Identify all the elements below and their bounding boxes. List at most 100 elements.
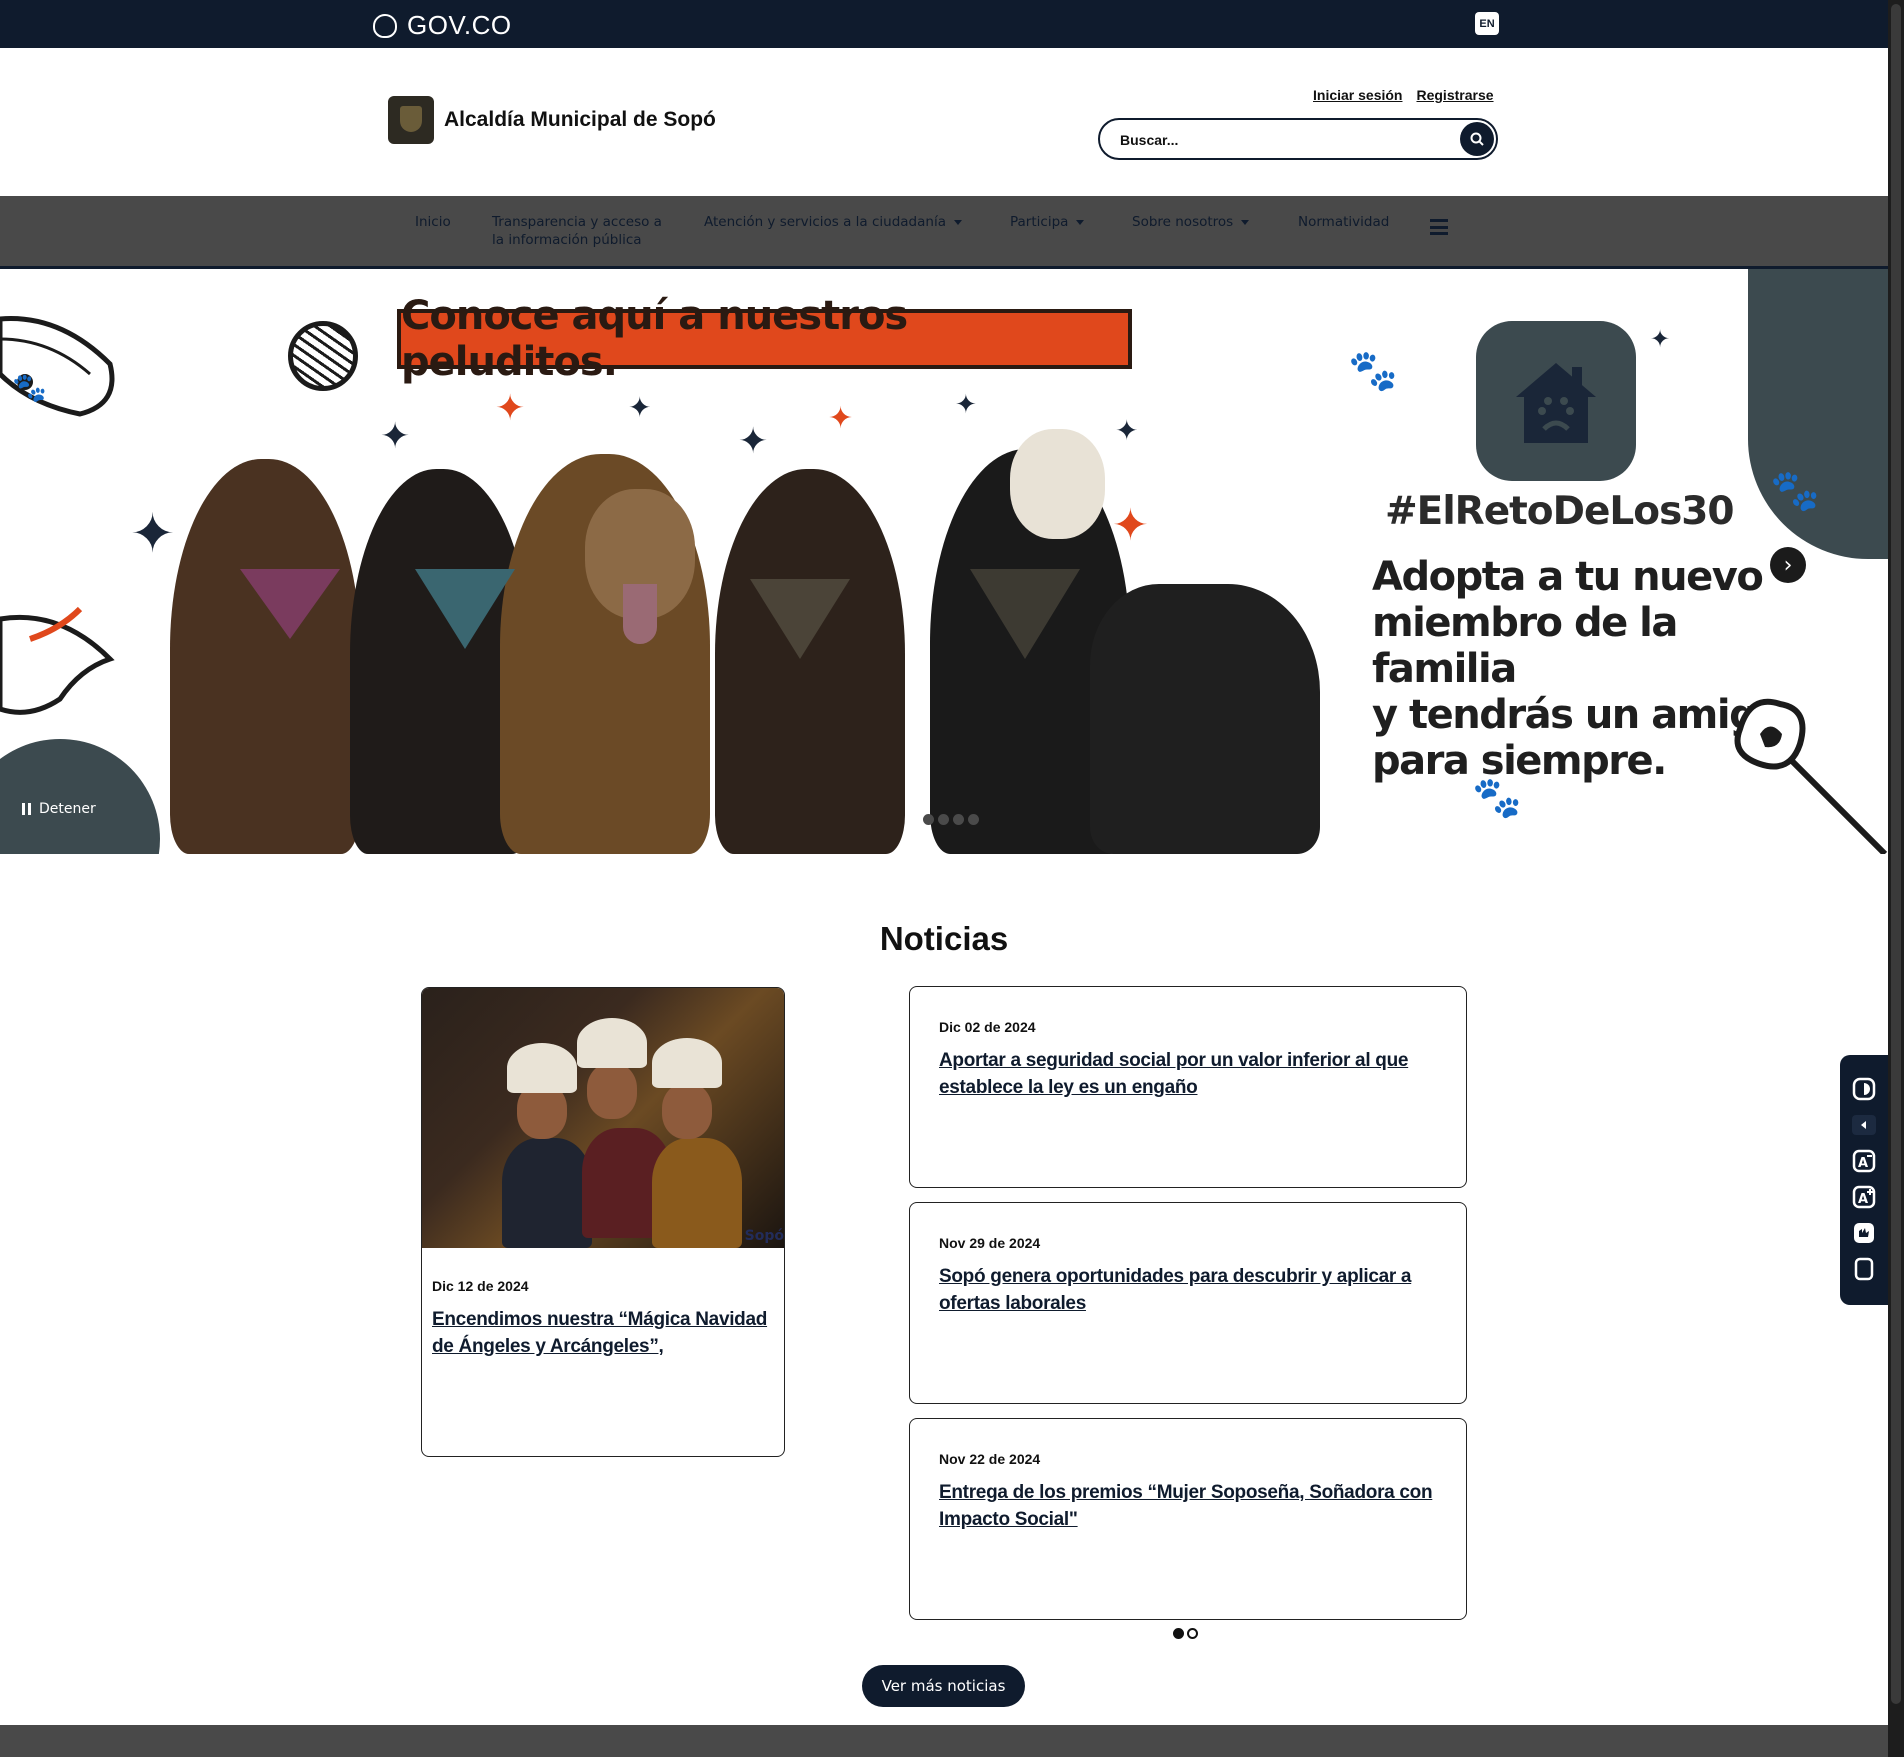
pause-label: Detener [39, 801, 96, 817]
news-date: Dic 02 de 2024 [939, 1019, 1036, 1035]
paw-wand-illustration [1734, 698, 1888, 854]
login-link[interactable]: Iniciar sesión [1313, 87, 1402, 103]
news-page-dot[interactable] [1187, 1628, 1198, 1639]
hamburger-menu-icon[interactable] [1430, 219, 1448, 235]
decorative-blob [0, 739, 160, 854]
news-page-dot[interactable] [1173, 1628, 1184, 1639]
site-header: Alcaldía Municipal de Sopó Iniciar sesió… [0, 48, 1888, 196]
hero-adopt-line: Adopta a tu nuevo [1372, 554, 1764, 600]
featured-news-image: Sopó [422, 988, 784, 1248]
pet-house-icon [1516, 363, 1596, 443]
search-input[interactable] [1118, 129, 1442, 151]
featured-news-card[interactable]: Sopó Dic 12 de 2024 Encendimos nuestra “… [421, 987, 785, 1457]
register-link[interactable]: Registrarse [1416, 87, 1493, 103]
carousel-next-button[interactable]: › [1770, 547, 1806, 583]
hero-title-banner: Conoce aquí a nuestros peluditos. [397, 293, 1132, 385]
news-date: Dic 12 de 2024 [432, 1278, 529, 1294]
nav-item-label: Transparencia y acceso a [492, 214, 662, 230]
nav-item-participa[interactable]: Participa [1010, 213, 1085, 231]
carousel-dot[interactable] [938, 814, 949, 825]
news-pagination [1173, 1628, 1198, 1639]
child-figure [652, 1138, 742, 1248]
paw-print-icon: 🐾 [1770, 468, 1820, 514]
search-icon [1470, 132, 1484, 146]
nav-item-sobre-nosotros[interactable]: Sobre nosotros [1132, 213, 1250, 231]
reader-icon[interactable] [1852, 1257, 1876, 1281]
news-section-title: Noticias [879, 920, 1009, 957]
decorative-blob [1748, 269, 1888, 559]
dog-tongue [623, 584, 657, 644]
carousel-dot[interactable] [953, 814, 964, 825]
increase-font-icon[interactable]: A [1852, 1185, 1876, 1209]
page: GOV.CO EN Alcaldía Municipal de Sopó Ini… [0, 0, 1888, 1757]
nav-item-label: Sobre nosotros [1132, 214, 1234, 230]
image-watermark: Sopó [744, 1228, 784, 1244]
child-figure [502, 1138, 592, 1248]
news-date: Nov 29 de 2024 [939, 1235, 1041, 1251]
nav-item-atencion[interactable]: Atención y servicios a la ciudadanía [704, 213, 962, 231]
carousel-indicators [908, 814, 979, 825]
nav-item-label: Normatividad [1298, 214, 1390, 230]
nav-item-label: Atención y servicios a la ciudadanía [704, 214, 946, 230]
hero-carousel: Conoce aquí a nuestros peluditos. ✦ ✦ ✦ … [0, 269, 1888, 854]
language-button[interactable]: EN [1475, 12, 1499, 35]
dog [170, 459, 360, 854]
scrollbar[interactable] [1888, 0, 1904, 1757]
news-card[interactable]: Dic 02 de 2024 Aportar a seguridad socia… [909, 986, 1467, 1188]
hero-hashtag: #ElRetoDeLos30 [1385, 489, 1735, 534]
nav-item-transparencia[interactable]: Transparencia y acceso a la información … [492, 213, 662, 249]
search-button[interactable] [1460, 122, 1494, 156]
nav-item-normatividad[interactable]: Normatividad [1298, 213, 1389, 231]
chevron-right-icon: › [1783, 552, 1793, 578]
news-title-link[interactable]: Entrega de los premios “Mujer Soposeña, … [939, 1479, 1439, 1533]
gov-top-bar: GOV.CO EN [0, 0, 1888, 48]
sad-house-badge [1476, 321, 1636, 481]
more-news-button[interactable]: Ver más noticias [862, 1665, 1025, 1707]
gov-co-text: GOV.CO [407, 10, 512, 40]
municipal-shield-icon [388, 96, 434, 144]
carousel-pause-button[interactable]: Detener [22, 801, 96, 817]
dog [715, 469, 905, 854]
auth-links: Iniciar sesión Registrarse [1313, 87, 1494, 103]
paw-print-icon: 🐾 [12, 371, 47, 404]
pet-bed-illustration [0, 316, 115, 417]
accessibility-toolbar: A A [1840, 1055, 1888, 1305]
dog-face [1010, 429, 1105, 539]
caret-down-icon [1241, 220, 1250, 225]
scrollbar-thumb[interactable] [1891, 4, 1901, 1704]
dogs-photo [160, 409, 1360, 854]
nav-item-inicio[interactable]: Inicio [415, 213, 451, 231]
brand-name: Alcaldía Municipal de Sopó [444, 108, 716, 131]
nav-item-label-block: Transparencia y acceso a la información … [492, 213, 662, 249]
footer [0, 1725, 1888, 1757]
main-nav: Inicio Transparencia y acceso a la infor… [0, 196, 1888, 269]
decrease-font-icon[interactable]: A [1852, 1149, 1876, 1173]
carousel-dot[interactable] [908, 814, 919, 825]
sign-language-icon[interactable] [1852, 1221, 1876, 1245]
news-title-link[interactable]: Sopó genera oportunidades para descubrir… [939, 1263, 1439, 1317]
colombia-seal-icon [373, 13, 397, 38]
nav-item-label: Inicio [415, 214, 451, 230]
svg-text:A: A [1858, 1156, 1868, 1171]
nav-item-label-line2: la información pública [492, 232, 642, 248]
news-title-link[interactable]: Aportar a seguridad social por un valor … [939, 1047, 1439, 1101]
brand[interactable]: Alcaldía Municipal de Sopó [388, 96, 716, 144]
gov-co-logo[interactable]: GOV.CO [373, 10, 512, 41]
pause-icon [22, 803, 31, 815]
collapse-arrow-icon[interactable] [1852, 1113, 1876, 1137]
hero-title: Conoce aquí a nuestros peluditos. [401, 293, 908, 385]
santa-hat [652, 1038, 722, 1088]
news-card[interactable]: Nov 29 de 2024 Sopó genera oportunidades… [909, 1202, 1467, 1404]
svg-text:A: A [1858, 1192, 1868, 1207]
contrast-icon[interactable] [1852, 1077, 1876, 1101]
carousel-dot[interactable] [923, 814, 934, 825]
hero-adopt-line: miembro de la familia [1372, 600, 1678, 692]
caret-down-icon [953, 220, 962, 225]
search-box [1098, 118, 1498, 160]
carousel-dot[interactable] [968, 814, 979, 825]
news-title-link[interactable]: Encendimos nuestra “Mágica Navidad de Án… [432, 1306, 772, 1360]
caret-down-icon [1076, 220, 1085, 225]
santa-hat [507, 1043, 577, 1093]
news-card[interactable]: Nov 22 de 2024 Entrega de los premios “M… [909, 1418, 1467, 1620]
dog [1090, 584, 1320, 854]
